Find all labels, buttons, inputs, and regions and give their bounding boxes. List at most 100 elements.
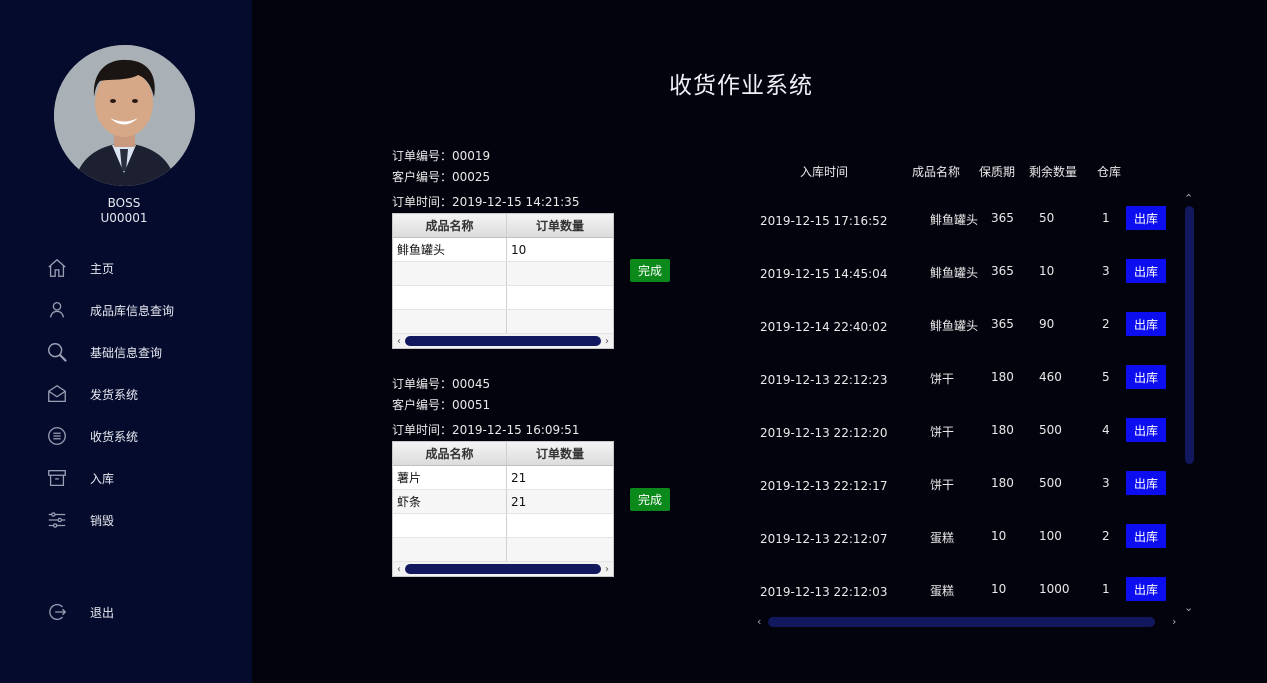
horizontal-scroll-thumb[interactable] [768, 617, 1155, 627]
table-row[interactable] [393, 514, 613, 538]
sliders-icon [44, 507, 70, 533]
shelf-life: 180 [991, 423, 1014, 437]
product-cell [393, 286, 507, 309]
inbound-time: 2019-12-14 22:40:02 [760, 320, 888, 334]
product-cell: 虾条 [393, 490, 507, 513]
table-horizontal-scrollbar[interactable]: ‹ › [393, 562, 613, 576]
nav-item-product-query[interactable]: 成品库信息查询 [44, 295, 244, 325]
scroll-thumb[interactable] [405, 336, 601, 346]
table-row[interactable]: 虾条 21 [393, 490, 613, 514]
product-name: 饼干 [930, 478, 955, 492]
table-row[interactable]: 薯片 21 [393, 466, 613, 490]
product-name: 鲱鱼罐头 [930, 266, 979, 280]
table-row[interactable] [393, 310, 613, 334]
outbound-button[interactable]: 出库 [1126, 471, 1166, 495]
logout-button[interactable]: 退出 [44, 597, 244, 627]
product-cell [393, 310, 507, 333]
scroll-up-icon[interactable]: ⌃ [1184, 192, 1193, 205]
avatar [54, 45, 195, 186]
outbound-button[interactable]: 出库 [1126, 206, 1166, 230]
shelf-life: 180 [991, 476, 1014, 490]
shelf-life: 10 [991, 582, 1007, 596]
inbound-time: 2019-12-15 14:45:04 [760, 267, 888, 281]
scroll-left-icon[interactable]: ‹ [757, 615, 761, 628]
column-header-remaining: 剩余数量 [1029, 165, 1078, 179]
column-header[interactable]: 订单数量 [507, 442, 613, 465]
quantity-cell [507, 514, 613, 537]
outbound-button[interactable]: 出库 [1126, 524, 1166, 548]
table-row[interactable] [393, 262, 613, 286]
warehouse: 1 [1102, 582, 1110, 596]
quantity-cell [507, 262, 613, 285]
outbound-button[interactable]: 出库 [1126, 418, 1166, 442]
quantity-cell [507, 286, 613, 309]
quantity-cell: 21 [511, 470, 527, 485]
table-horizontal-scrollbar[interactable]: ‹ › [393, 334, 613, 348]
inbound-time: 2019-12-13 22:12:20 [760, 426, 888, 440]
order-number: 订单编号：00045 [392, 377, 491, 391]
shelf-life: 10 [991, 529, 1007, 543]
remaining-quantity: 460 [1039, 370, 1062, 384]
remaining-quantity: 500 [1039, 476, 1062, 490]
column-header-inbound-time: 入库时间 [800, 165, 849, 179]
archive-icon [44, 465, 70, 491]
outbound-button[interactable]: 出库 [1126, 365, 1166, 389]
column-header[interactable]: 成品名称 [393, 442, 507, 465]
page-title: 收货作业系统 [669, 73, 813, 99]
inbound-time: 2019-12-13 22:12:17 [760, 479, 888, 493]
scroll-left-icon[interactable]: ‹ [393, 336, 405, 347]
quantity-cell [507, 538, 613, 561]
outbound-button[interactable]: 出库 [1126, 577, 1166, 601]
product-name: 蛋糕 [930, 584, 955, 598]
product-cell [393, 514, 507, 537]
product-name: 鲱鱼罐头 [930, 319, 979, 333]
nav-item-label: 入库 [90, 471, 115, 486]
user-icon [44, 297, 70, 323]
quantity-cell: 21 [511, 494, 527, 509]
order-time: 订单时间：2019-12-15 14:21:35 [392, 195, 580, 209]
order-table[interactable]: 成品名称 订单数量 鲱鱼罐头 10 ‹ › [392, 213, 614, 349]
nav-item-label: 销毁 [90, 513, 115, 528]
column-header[interactable]: 订单数量 [507, 214, 613, 237]
nav-item-label: 发货系统 [90, 387, 139, 402]
column-header-warehouse: 仓库 [1097, 165, 1122, 179]
warehouse: 4 [1102, 423, 1110, 437]
nav-item-shipping[interactable]: 发货系统 [44, 379, 244, 409]
product-name: 蛋糕 [930, 531, 955, 545]
scroll-right-icon[interactable]: › [601, 336, 613, 347]
scroll-thumb[interactable] [405, 564, 601, 574]
outbound-button[interactable]: 出库 [1126, 312, 1166, 336]
order-number: 订单编号：00019 [392, 149, 491, 163]
nav-item-home[interactable]: 主页 [44, 253, 244, 283]
warehouse: 2 [1102, 317, 1110, 331]
table-row[interactable]: 鲱鱼罐头 10 [393, 238, 613, 262]
vertical-scroll-thumb[interactable] [1185, 206, 1194, 464]
complete-button[interactable]: 完成 [630, 488, 670, 511]
table-row[interactable] [393, 538, 613, 562]
shelf-life: 365 [991, 211, 1014, 225]
scroll-down-icon[interactable]: ⌄ [1184, 601, 1193, 614]
product-cell [393, 538, 507, 561]
scroll-left-icon[interactable]: ‹ [393, 564, 405, 575]
warehouse: 2 [1102, 529, 1110, 543]
order-table[interactable]: 成品名称 订单数量 薯片 21 虾条 21 ‹ › [392, 441, 614, 577]
column-header[interactable]: 成品名称 [393, 214, 507, 237]
scroll-right-icon[interactable]: › [601, 564, 613, 575]
nav-item-destroy[interactable]: 销毁 [44, 505, 244, 535]
nav-item-basic-query[interactable]: 基础信息查询 [44, 337, 244, 367]
table-row[interactable] [393, 286, 613, 310]
remaining-quantity: 10 [1039, 264, 1055, 278]
table-header: 成品名称 订单数量 [393, 214, 613, 238]
nav-item-receiving[interactable]: 收货系统 [44, 421, 244, 451]
scroll-right-icon[interactable]: › [1172, 615, 1176, 628]
nav-item-label: 基础信息查询 [90, 345, 163, 360]
complete-button[interactable]: 完成 [630, 259, 670, 282]
product-cell: 鲱鱼罐头 [393, 238, 507, 261]
nav-item-inbound[interactable]: 入库 [44, 463, 244, 493]
outbound-button[interactable]: 出库 [1126, 259, 1166, 283]
product-name: 鲱鱼罐头 [930, 213, 979, 227]
warehouse: 3 [1102, 476, 1110, 490]
user-id: U00001 [100, 211, 148, 225]
customer-number: 客户编号：00051 [392, 398, 491, 412]
product-name: 饼干 [930, 425, 955, 439]
